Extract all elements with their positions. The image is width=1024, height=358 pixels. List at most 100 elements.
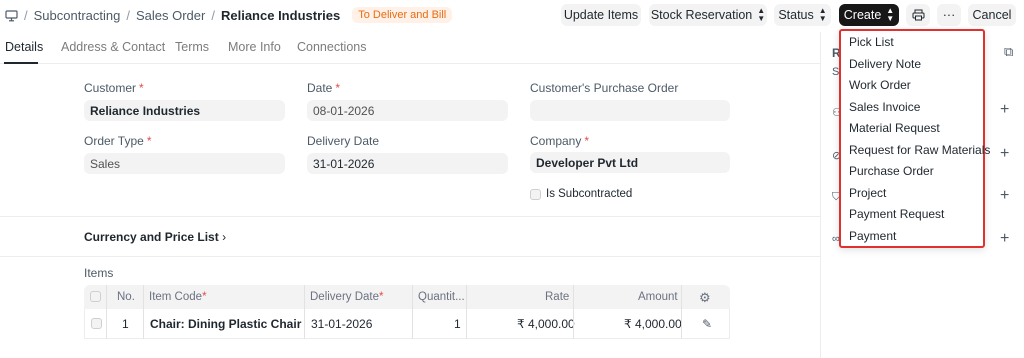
update-items-label: Update Items bbox=[563, 8, 639, 22]
row-amount: ₹ 4,000.00 bbox=[624, 317, 682, 331]
items-section-title: Items bbox=[84, 266, 114, 280]
order-type-field[interactable]: Sales bbox=[84, 153, 285, 174]
breadcrumb-separator: / bbox=[24, 7, 28, 23]
status-label: Status bbox=[778, 8, 814, 22]
chevron-right-icon: › bbox=[222, 230, 227, 244]
breadcrumb: / Subcontracting / Sales Order / Relianc… bbox=[5, 6, 453, 24]
row-rate[interactable]: ₹ 4,000.00 bbox=[517, 317, 575, 331]
edit-pencil-icon[interactable]: ✎ bbox=[702, 317, 712, 331]
is-subcontracted-label: Is Subcontracted bbox=[546, 188, 633, 200]
delivery-date-value: 31-01-2026 bbox=[313, 156, 375, 171]
column-rate: Rate bbox=[545, 291, 570, 303]
column-amount: Amount bbox=[638, 291, 678, 303]
section-divider bbox=[0, 256, 820, 257]
items-table-header: No. Item Code* Delivery Date* Quantit...… bbox=[84, 285, 730, 309]
select-all-checkbox[interactable] bbox=[90, 291, 101, 302]
tab-address-contact[interactable]: Address & Contact bbox=[61, 40, 165, 54]
add-button[interactable]: + bbox=[1000, 145, 1009, 163]
print-button[interactable] bbox=[906, 4, 930, 26]
status-button[interactable]: Status ▲ ▼ bbox=[774, 4, 831, 26]
printer-icon bbox=[912, 9, 924, 21]
row-quantity[interactable]: 1 bbox=[454, 317, 461, 331]
row-checkbox[interactable] bbox=[91, 318, 102, 329]
row-no: 1 bbox=[122, 317, 129, 331]
table-row[interactable]: 1 Chair: Dining Plastic Chair 31-01-2026… bbox=[84, 309, 730, 339]
cancel-button[interactable]: Cancel bbox=[968, 4, 1016, 26]
customer-field[interactable]: Reliance Industries bbox=[84, 100, 285, 121]
form-tabs: Details Address & Contact Terms More Inf… bbox=[0, 32, 820, 64]
currency-price-list-section[interactable]: Currency and Price List › bbox=[84, 230, 226, 244]
customer-po-label: Customer's Purchase Order bbox=[530, 81, 679, 95]
is-subcontracted-checkbox[interactable] bbox=[530, 189, 541, 200]
row-item-code[interactable]: Chair: Dining Plastic Chair bbox=[150, 317, 301, 331]
date-value: 08-01-2026 bbox=[313, 103, 375, 118]
menu-item-delivery-note[interactable]: Delivery Note bbox=[849, 57, 921, 71]
menu-item-request-raw-materials[interactable]: Request for Raw Materials bbox=[849, 143, 990, 157]
menu-item-pick-list[interactable]: Pick List bbox=[849, 35, 894, 49]
add-button[interactable]: + bbox=[1000, 101, 1009, 119]
chevron-updown-icon: ▲ ▼ bbox=[886, 6, 895, 23]
order-type-value: Sales bbox=[90, 156, 121, 171]
more-button[interactable]: ··· bbox=[937, 4, 961, 26]
tab-details[interactable]: Details bbox=[5, 40, 43, 54]
date-label: Date * bbox=[307, 81, 340, 95]
gear-icon[interactable]: ⚙ bbox=[699, 290, 711, 306]
stock-reservation-button[interactable]: Stock Reservation ▲ ▼ bbox=[649, 4, 767, 26]
column-item-code-label: Item Code bbox=[149, 291, 203, 303]
currency-section-title: Currency and Price List bbox=[84, 230, 219, 244]
required-mark: * bbox=[139, 81, 144, 95]
column-delivery-date-label: Delivery Date bbox=[310, 291, 380, 303]
page-title: Reliance Industries bbox=[220, 7, 341, 23]
company-field[interactable]: Developer Pvt Ltd bbox=[530, 152, 730, 173]
active-tab-indicator bbox=[4, 62, 38, 64]
add-button[interactable]: + bbox=[1000, 230, 1009, 248]
chevron-updown-icon: ▲ ▼ bbox=[818, 6, 827, 23]
status-badge: To Deliver and Bill bbox=[352, 7, 453, 23]
delivery-date-field[interactable]: 31-01-2026 bbox=[307, 153, 508, 174]
menu-item-payment-request[interactable]: Payment Request bbox=[849, 207, 944, 221]
create-label: Create bbox=[843, 8, 882, 22]
menu-item-sales-invoice[interactable]: Sales Invoice bbox=[849, 100, 920, 114]
customer-label-text: Customer bbox=[84, 81, 137, 95]
column-item-code: Item Code* bbox=[149, 291, 207, 303]
sidebar-divider bbox=[820, 32, 821, 358]
tab-more-info[interactable]: More Info bbox=[228, 40, 281, 54]
update-items-button[interactable]: Update Items bbox=[561, 4, 641, 26]
required-mark: * bbox=[202, 291, 207, 303]
column-divider bbox=[681, 285, 682, 339]
row-delivery-date[interactable]: 31-01-2026 bbox=[311, 317, 372, 331]
breadcrumb-sales-order[interactable]: Sales Order bbox=[136, 8, 205, 23]
column-quantity: Quantit... bbox=[418, 291, 465, 303]
order-type-label-text: Order Type bbox=[84, 134, 144, 148]
column-divider bbox=[304, 285, 305, 339]
required-mark: * bbox=[379, 291, 384, 303]
create-button[interactable]: Create ▲ ▼ bbox=[839, 4, 899, 26]
menu-item-project[interactable]: Project bbox=[849, 186, 886, 200]
column-no: No. bbox=[117, 291, 135, 303]
breadcrumb-separator: / bbox=[211, 7, 215, 23]
menu-item-work-order[interactable]: Work Order bbox=[849, 78, 911, 92]
cancel-label: Cancel bbox=[972, 8, 1012, 22]
copy-icon[interactable]: ⧉ bbox=[1004, 44, 1013, 60]
monitor-icon[interactable] bbox=[5, 9, 18, 21]
order-type-label: Order Type * bbox=[84, 134, 151, 148]
tab-connections[interactable]: Connections bbox=[297, 40, 367, 54]
column-divider bbox=[106, 285, 107, 339]
add-button[interactable]: + bbox=[1000, 187, 1009, 205]
tab-terms[interactable]: Terms bbox=[175, 40, 209, 54]
customer-po-field[interactable] bbox=[530, 100, 730, 121]
delivery-date-label: Delivery Date bbox=[307, 134, 380, 148]
required-mark: * bbox=[584, 134, 590, 148]
customer-value: Reliance Industries bbox=[90, 103, 201, 118]
menu-item-material-request[interactable]: Material Request bbox=[849, 121, 940, 135]
section-divider bbox=[0, 216, 820, 217]
breadcrumb-separator: / bbox=[126, 7, 130, 23]
date-field[interactable]: 08-01-2026 bbox=[307, 100, 508, 121]
company-label-text: Company bbox=[530, 134, 582, 148]
company-label: Company * bbox=[530, 134, 589, 148]
company-value: Developer Pvt Ltd bbox=[536, 155, 639, 170]
breadcrumb-subcontracting[interactable]: Subcontracting bbox=[34, 8, 121, 23]
menu-item-purchase-order[interactable]: Purchase Order bbox=[849, 164, 934, 178]
menu-item-payment[interactable]: Payment bbox=[849, 229, 896, 243]
stock-reservation-label: Stock Reservation bbox=[650, 8, 753, 22]
